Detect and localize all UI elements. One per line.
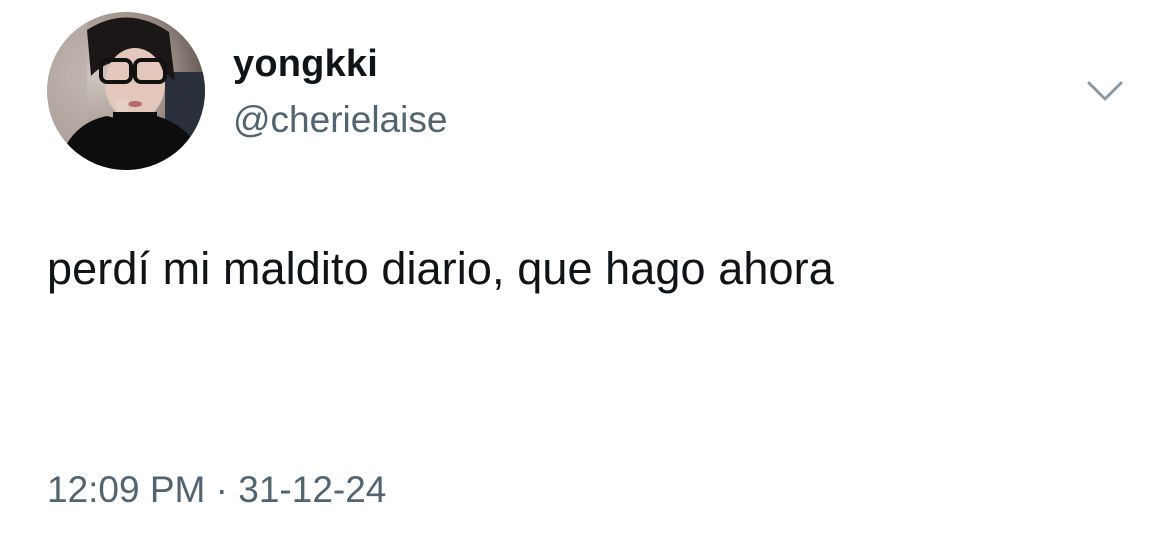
profile-photo-icon: [47, 12, 205, 170]
tweet-time: 12:09 PM: [47, 469, 206, 510]
tweet-date: 31-12-24: [238, 469, 387, 510]
tweet-timestamp[interactable]: 12:09 PM · 31-12-24: [47, 466, 386, 514]
user-handle[interactable]: @cherielaise: [233, 96, 447, 144]
display-name[interactable]: yongkki: [233, 40, 378, 88]
tweet-card: yongkki @cherielaise perdí mi maldito di…: [0, 0, 1170, 535]
tweet-text: perdí mi maldito diario, que hago ahora: [47, 243, 834, 294]
avatar[interactable]: [47, 12, 205, 170]
chevron-down-icon[interactable]: [1086, 78, 1124, 104]
meta-separator: ·: [205, 469, 239, 510]
